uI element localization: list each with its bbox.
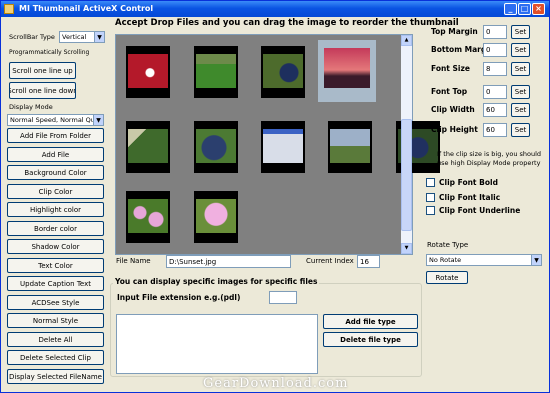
clip-font-bold-checkbox[interactable] xyxy=(426,178,435,187)
thumbnail-image xyxy=(263,54,303,88)
font-top-input[interactable]: 0 xyxy=(483,85,507,99)
top-margin-set-button[interactable]: Set xyxy=(511,25,530,39)
app-icon xyxy=(4,4,14,14)
scroll-down-button[interactable]: Scroll one line down xyxy=(9,82,76,99)
thumb-soccer-4[interactable] xyxy=(126,121,170,173)
thumbnail-image xyxy=(128,54,168,88)
delete-file-type-button[interactable]: Delete file type xyxy=(323,332,418,347)
clip-height-label: Clip Height xyxy=(431,125,478,134)
scrollbar-thumb[interactable] xyxy=(401,119,412,231)
display-filename-button[interactable]: Display Selected FileName xyxy=(7,369,104,384)
thumb-stadium[interactable] xyxy=(328,121,372,173)
rotate-type-label: Rotate Type xyxy=(427,241,469,249)
chevron-down-icon: ▼ xyxy=(93,115,103,125)
file-name-label: File Name xyxy=(116,257,151,265)
thumbnail-viewer[interactable]: ▲ ▼ xyxy=(115,34,440,255)
programmatic-label: Programmatically Scrolling xyxy=(9,49,90,56)
thumbnail-image xyxy=(196,54,236,88)
border-color-button[interactable]: Border color xyxy=(7,221,104,236)
add-file-from-folder-button[interactable]: Add File From Folder xyxy=(7,128,104,143)
thumb-sunset[interactable] xyxy=(318,40,376,102)
clip-font-italic-label: Clip Font Italic xyxy=(439,193,501,202)
thumb-soccer-3[interactable] xyxy=(261,46,305,98)
thumbnail-image xyxy=(324,48,370,88)
thumb-screenshot[interactable] xyxy=(261,121,305,173)
display-mode-select[interactable]: Normal Speed, Normal Quality ▼ xyxy=(7,114,104,126)
display-mode-value: Normal Speed, Normal Quality xyxy=(10,116,104,124)
thumbnail-image xyxy=(128,129,168,163)
thumb-soccer-1[interactable] xyxy=(126,46,170,98)
thumbnail-image xyxy=(196,199,236,233)
add-file-button[interactable]: Add File xyxy=(7,147,104,162)
clip-font-bold-label: Clip Font Bold xyxy=(439,178,498,187)
current-index-label: Current Index xyxy=(306,257,354,265)
file-extension-label: Input File extension e.g.(pdl) xyxy=(117,293,241,302)
clip-width-label: Clip Width xyxy=(431,105,475,114)
normal-style-button[interactable]: Normal Style xyxy=(7,313,104,328)
highlight-color-button[interactable]: Highlight color xyxy=(7,202,104,217)
viewer-scrollbar[interactable]: ▲ ▼ xyxy=(401,35,412,254)
clip-font-underline-checkbox[interactable] xyxy=(426,206,435,215)
app-window: MI Thumbnail ActiveX Control _ □ × Scrol… xyxy=(0,0,550,393)
clip-color-button[interactable]: Clip Color xyxy=(7,184,104,199)
bottom-margin-set-button[interactable]: Set xyxy=(511,43,530,57)
scrollbar-type-label: ScrollBar Type xyxy=(9,33,55,41)
top-margin-label: Top Margin xyxy=(431,27,478,36)
scrollbar-type-select[interactable]: Vertical ▼ xyxy=(59,31,105,43)
title-bar: MI Thumbnail ActiveX Control _ □ × xyxy=(1,1,549,17)
bottom-margin-input[interactable]: 0 xyxy=(483,43,507,57)
font-size-label: Font Size xyxy=(431,64,470,73)
chevron-down-icon: ▼ xyxy=(531,255,541,265)
thumbnail-image xyxy=(330,129,370,163)
header-text: Accept Drop Files and you can drag the i… xyxy=(115,18,459,28)
clip-size-note: If the clip size is big, you should use … xyxy=(437,150,542,167)
current-index-field[interactable]: 16 xyxy=(357,255,380,268)
display-mode-label: Display Mode xyxy=(9,103,53,111)
acdsee-style-button[interactable]: ACDSee Style xyxy=(7,295,104,310)
thumb-lilies-2[interactable] xyxy=(194,191,238,243)
font-top-label: Font Top xyxy=(431,87,468,96)
clip-font-underline-label: Clip Font Underline xyxy=(439,206,521,215)
update-caption-button[interactable]: Update Caption Text xyxy=(7,276,104,291)
thumb-soccer-2[interactable] xyxy=(194,46,238,98)
chevron-down-icon: ▼ xyxy=(94,32,104,42)
file-name-field[interactable]: D:\Sunset.jpg xyxy=(166,255,291,268)
thumbnail-image xyxy=(196,129,236,163)
delete-selected-button[interactable]: Delete Selected Clip xyxy=(7,350,104,365)
window-title: MI Thumbnail ActiveX Control xyxy=(19,4,154,13)
clip-height-set-button[interactable]: Set xyxy=(511,123,530,137)
maximize-button[interactable]: □ xyxy=(518,3,531,15)
file-type-list[interactable] xyxy=(116,314,318,374)
rotate-type-select[interactable]: No Rotate ▼ xyxy=(426,254,542,266)
top-margin-input[interactable]: 0 xyxy=(483,25,507,39)
background-color-button[interactable]: Background Color xyxy=(7,165,104,180)
watermark-text: GearDownload.com xyxy=(203,376,349,391)
delete-all-button[interactable]: Delete All xyxy=(7,332,104,347)
thumbnail-image xyxy=(128,199,168,233)
add-file-type-button[interactable]: Add file type xyxy=(323,314,418,329)
rotate-type-value: No Rotate xyxy=(429,256,462,264)
thumbnail-image xyxy=(263,129,303,163)
thumb-soccer-5[interactable] xyxy=(194,121,238,173)
specific-group-title: You can display specific images for spec… xyxy=(113,277,320,286)
rotate-button[interactable]: Rotate xyxy=(426,271,468,284)
close-button[interactable]: × xyxy=(532,3,545,15)
scroll-down-arrow-icon[interactable]: ▼ xyxy=(401,243,412,254)
font-size-input[interactable]: 8 xyxy=(483,62,507,76)
clip-width-set-button[interactable]: Set xyxy=(511,103,530,117)
scroll-up-button[interactable]: Scroll one line up xyxy=(9,62,76,79)
scrollbar-type-value: Vertical xyxy=(62,33,87,41)
font-size-set-button[interactable]: Set xyxy=(511,62,530,76)
file-extension-input[interactable] xyxy=(269,291,297,304)
minimize-button[interactable]: _ xyxy=(504,3,517,15)
thumb-lilies-1[interactable] xyxy=(126,191,170,243)
font-top-set-button[interactable]: Set xyxy=(511,85,530,99)
scroll-up-arrow-icon[interactable]: ▲ xyxy=(401,35,412,46)
clip-font-italic-checkbox[interactable] xyxy=(426,193,435,202)
clip-height-input[interactable]: 60 xyxy=(483,123,507,137)
text-color-button[interactable]: Text Color xyxy=(7,258,104,273)
shadow-color-button[interactable]: Shadow Color xyxy=(7,239,104,254)
clip-width-input[interactable]: 60 xyxy=(483,103,507,117)
